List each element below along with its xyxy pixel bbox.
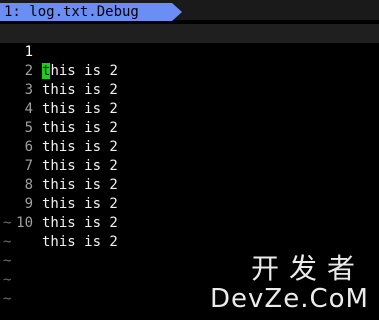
empty-line: ~ <box>0 233 379 252</box>
text-line[interactable]: 7 this is 2 <box>0 138 379 193</box>
watermark-en-text: DevZe.CoM <box>210 284 369 314</box>
text-line[interactable]: 9 this is 2 <box>0 176 379 231</box>
text-line[interactable]: 3 this is 2 <box>0 62 379 117</box>
watermark-logo: 开发者 DevZe.CoM <box>210 252 373 316</box>
text-line[interactable]: 5 this is 2 <box>0 100 379 155</box>
text-line[interactable]: 2 this is 2 <box>0 43 379 98</box>
empty-line-marker: ~ <box>3 291 12 307</box>
empty-line-marker: ~ <box>3 253 12 269</box>
empty-line-marker: ~ <box>3 215 12 231</box>
text-line[interactable]: 10 this is 2 <box>0 195 379 250</box>
tab-arrow-icon <box>172 3 182 21</box>
text-line[interactable]: 8 this is 2 <box>0 157 379 212</box>
text-line[interactable]: 6 this is 2 <box>0 119 379 174</box>
empty-line: ~ <box>0 214 379 233</box>
tabline: 1: log.txt.Debug <box>0 0 379 21</box>
empty-line-marker: ~ <box>3 272 12 288</box>
text-line[interactable]: 1 this is 2 <box>0 24 379 79</box>
text-line[interactable]: 4 this is 2 <box>0 81 379 136</box>
buffer-tab[interactable]: 1: log.txt.Debug <box>0 3 172 21</box>
empty-line-marker: ~ <box>3 234 12 250</box>
watermark-cn-text: 开发者 <box>250 252 365 285</box>
